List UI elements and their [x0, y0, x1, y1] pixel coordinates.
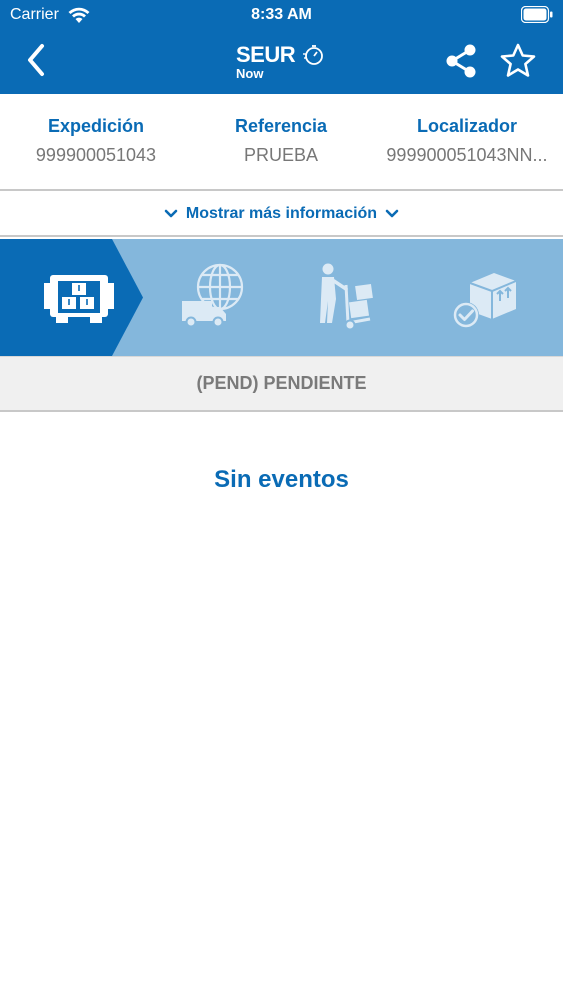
localizador-label: Localizador: [416, 116, 518, 136]
expedicion-column: Expedición 999900051043: [20, 116, 172, 166]
battery-icon: [521, 6, 553, 23]
clock-time: 8:33 AM: [251, 6, 312, 23]
referencia-label: Referencia: [234, 116, 328, 136]
chevron-down-icon: [385, 209, 399, 218]
no-events-message: Sin eventos: [214, 466, 349, 493]
package-delivered-check-icon: [453, 273, 517, 328]
localizador-column: Localizador 999900051043NN...: [378, 116, 556, 166]
chevron-down-icon: [164, 209, 178, 218]
van-globe-icon: [182, 263, 244, 328]
brand-name: SEUR: [236, 42, 296, 67]
top-bar: Carrier 8:33 AM SEUR Now: [0, 0, 563, 94]
stopwatch-icon: [303, 45, 323, 65]
show-more-info-button[interactable]: Mostrar más información: [0, 193, 563, 237]
shipment-info-header: Expedición 999900051043 Referencia PRUEB…: [0, 94, 563, 191]
brand-sub: Now: [236, 66, 264, 81]
expedicion-label: Expedición: [47, 116, 145, 136]
seur-now-logo: SEUR Now: [236, 42, 328, 82]
show-more-info-label: Mostrar más información: [185, 205, 378, 222]
share-icon[interactable]: [443, 42, 479, 80]
chevron-left-icon[interactable]: [20, 42, 54, 78]
navigation-bar: SEUR Now: [0, 30, 563, 94]
status-bar: Carrier 8:33 AM: [0, 0, 563, 30]
localizador-value: 999900051043NN...: [386, 145, 548, 165]
shipment-status-text: (PEND) PENDIENTE: [0, 356, 563, 412]
referencia-column: Referencia PRUEBA: [200, 116, 362, 166]
warehouse-packages-icon: [44, 275, 114, 323]
expedicion-value: 999900051043: [35, 145, 157, 165]
shipment-progress-steps: [0, 239, 563, 356]
star-outline-icon[interactable]: [499, 42, 537, 80]
referencia-value: PRUEBA: [243, 145, 319, 165]
delivery-person-hand-truck-icon: [320, 263, 373, 331]
